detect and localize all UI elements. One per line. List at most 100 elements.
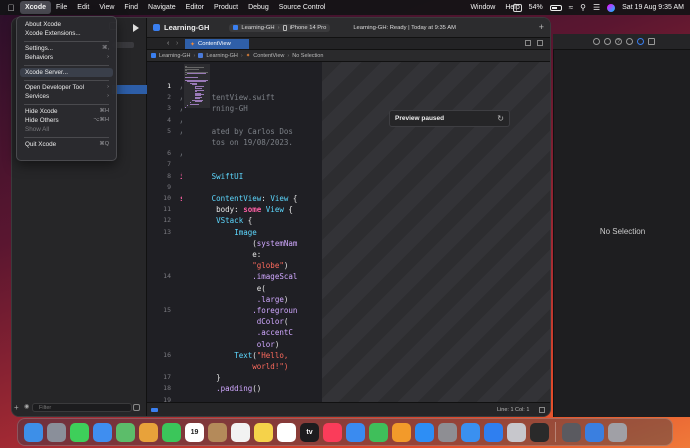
- menu-item-shortcut: ›: [107, 93, 109, 99]
- menu-item-label: Quit Xcode: [25, 141, 57, 148]
- accessibility-icon[interactable]: [626, 38, 633, 45]
- line-number: 1: [167, 82, 171, 90]
- menu-xcode[interactable]: Xcode: [20, 1, 52, 14]
- recent-files-icon[interactable]: [133, 404, 140, 411]
- menu-item-settings[interactable]: Settings... ⌘,: [20, 44, 113, 53]
- tab-contentview[interactable]: ✦ ContentView: [185, 39, 249, 49]
- menu-clock[interactable]: Sat 19 Aug 9:35 AM: [622, 4, 684, 11]
- refresh-icon[interactable]: ↻: [497, 114, 504, 123]
- jumpbar-item[interactable]: ContentView: [253, 53, 284, 59]
- menu-edit[interactable]: Edit: [72, 1, 94, 14]
- menu-item-shortcut: ›: [107, 84, 109, 90]
- run-button[interactable]: [133, 23, 139, 32]
- keynote-icon[interactable]: [346, 422, 365, 442]
- menu-item-services[interactable]: Services ›: [20, 92, 113, 101]
- menu-find[interactable]: Find: [119, 1, 143, 14]
- app-store-icon[interactable]: [415, 422, 434, 442]
- siri-icon[interactable]: [607, 3, 616, 12]
- scheme-selector[interactable]: Learning-GH › iPhone 14 Pro: [229, 23, 331, 32]
- minimap[interactable]: [182, 62, 212, 402]
- system-settings-icon[interactable]: [438, 422, 457, 442]
- preview-canvas[interactable]: Preview paused ↻: [322, 62, 550, 402]
- line-number: 5: [167, 126, 171, 135]
- menu-debug[interactable]: Debug: [243, 1, 274, 14]
- menu-product[interactable]: Product: [209, 1, 243, 14]
- messages-icon[interactable]: [70, 422, 89, 442]
- xcode-icon[interactable]: [484, 422, 503, 442]
- menu-separator: [24, 79, 109, 81]
- facetime-icon[interactable]: [162, 422, 181, 442]
- debug-area-toggle-icon[interactable]: [151, 408, 158, 412]
- code-editor[interactable]: 1234567891011121314151617181920 //// Con…: [147, 62, 322, 416]
- file-inspector-icon[interactable]: [593, 38, 600, 45]
- filter-field[interactable]: Filter: [32, 403, 132, 412]
- menu-item-behaviors[interactable]: Behaviors ›: [20, 53, 113, 62]
- menu-view[interactable]: View: [94, 1, 119, 14]
- notes-icon[interactable]: [254, 422, 273, 442]
- forward-icon[interactable]: ›: [176, 40, 178, 47]
- reminders-icon[interactable]: [231, 422, 250, 442]
- line-number: [147, 249, 171, 260]
- downloads-icon[interactable]: [585, 422, 604, 442]
- screen-mirror-icon[interactable]: [512, 3, 522, 12]
- safari-icon[interactable]: [461, 422, 480, 442]
- minimap-line: [185, 68, 199, 70]
- preview-icon[interactable]: [507, 422, 526, 442]
- attributes-icon[interactable]: [637, 38, 644, 45]
- library-icon[interactable]: [648, 38, 655, 45]
- back-icon[interactable]: ‹: [167, 40, 169, 47]
- panel-toggle-icon[interactable]: [539, 407, 545, 413]
- line-number: 18: [163, 384, 171, 393]
- menu-window[interactable]: Window: [465, 1, 500, 14]
- calendar-icon[interactable]: 19: [185, 422, 204, 442]
- simulator-icon[interactable]: [562, 422, 581, 442]
- menu-editor[interactable]: Editor: [181, 1, 209, 14]
- split-editor-icon[interactable]: [525, 40, 531, 46]
- contacts-icon[interactable]: [208, 422, 227, 442]
- apple-icon[interactable]: : [6, 3, 16, 13]
- add-icon[interactable]: +: [14, 404, 21, 412]
- jumpbar-item[interactable]: No Selection: [292, 53, 323, 59]
- menu-item-hide-others[interactable]: Hide Others ⌥⌘H: [20, 116, 113, 125]
- help-icon[interactable]: ?: [615, 38, 622, 45]
- chevron-right-icon: ›: [240, 52, 243, 59]
- menu-item-open-developer-tool[interactable]: Open Developer Tool ›: [20, 83, 113, 92]
- navigator-selected-row[interactable]: [112, 85, 147, 94]
- numbers-icon[interactable]: [369, 422, 388, 442]
- music-icon[interactable]: [323, 422, 342, 442]
- menu-file[interactable]: File: [51, 1, 72, 14]
- tv-icon[interactable]: tv: [300, 422, 319, 442]
- add-icon[interactable]: +: [539, 23, 544, 32]
- filter-options-icon[interactable]: ◉: [24, 404, 31, 411]
- maps-icon[interactable]: [116, 422, 135, 442]
- menu-navigate[interactable]: Navigate: [143, 1, 181, 14]
- line-number: 12: [163, 216, 171, 225]
- menu-item-xcode-server[interactable]: Xcode Server...: [20, 68, 113, 77]
- line-number: [147, 316, 171, 327]
- launchpad-icon[interactable]: [47, 422, 66, 442]
- freeform-icon[interactable]: [277, 422, 296, 442]
- menu-item-label: Behaviors: [25, 54, 54, 61]
- line-gutter: 1234567891011121314151617181920: [147, 62, 176, 415]
- menu-item-hide-xcode[interactable]: Hide Xcode ⌘H: [20, 107, 113, 116]
- terminal-icon[interactable]: [530, 422, 549, 442]
- jumpbar-item[interactable]: Learning-GH: [206, 53, 238, 59]
- menu-item-xcode-extensions[interactable]: Xcode Extensions...: [20, 29, 113, 38]
- line-number: [147, 327, 171, 338]
- trash-icon[interactable]: [608, 422, 627, 442]
- pages-icon[interactable]: [392, 422, 411, 442]
- menu-item-quit-xcode[interactable]: Quit Xcode ⌘Q: [20, 140, 113, 149]
- search-icon[interactable]: ⚲: [580, 3, 586, 12]
- photos-icon[interactable]: [139, 422, 158, 442]
- control-center-icon[interactable]: ☰: [593, 3, 600, 12]
- menu-item-about-xcode[interactable]: About Xcode: [20, 20, 113, 29]
- finder-icon[interactable]: [24, 422, 43, 442]
- menu-source-control[interactable]: Source Control: [274, 1, 331, 14]
- editor-options-icon[interactable]: [537, 40, 543, 46]
- wifi-icon[interactable]: ≈: [569, 3, 573, 12]
- jumpbar-item[interactable]: Learning-GH: [159, 53, 191, 59]
- history-icon[interactable]: [604, 38, 611, 45]
- mail-icon[interactable]: [93, 422, 112, 442]
- tab-label: ContentView: [198, 41, 231, 47]
- battery-icon[interactable]: [549, 4, 562, 11]
